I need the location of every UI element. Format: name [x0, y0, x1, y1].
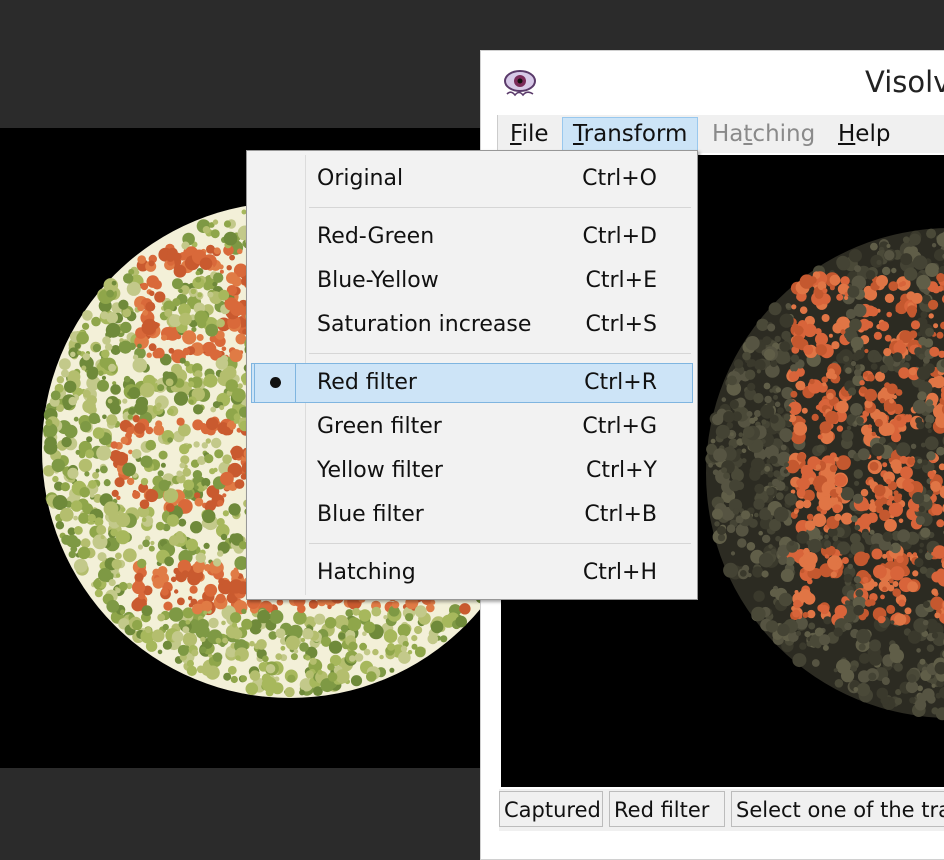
radio-dot-icon	[270, 377, 281, 388]
menu-transform-label: ransform	[584, 121, 688, 147]
menu-item-shortcut: Ctrl+O	[582, 159, 657, 199]
menu-transform[interactable]: Transform	[562, 117, 698, 151]
menu-item-shortcut: Ctrl+D	[582, 217, 657, 257]
title-bar[interactable]: Visolv	[481, 51, 944, 115]
menu-file-accel: F	[510, 121, 522, 147]
menu-item-label: Green filter	[317, 407, 442, 447]
menu-bar: File Transform Hatching Help	[497, 115, 944, 153]
menu-item-shortcut: Ctrl+Y	[586, 451, 657, 491]
menu-separator	[309, 543, 691, 544]
menu-hatching-pre: Ha	[712, 121, 743, 147]
menu-file[interactable]: File	[500, 117, 559, 151]
transform-dropdown-menu: Original Ctrl+O Red-Green Ctrl+D Blue-Ye…	[246, 150, 698, 600]
menu-item-original[interactable]: Original Ctrl+O	[251, 159, 693, 199]
menu-hatching-post: ching	[752, 121, 815, 147]
menu-item-label: Original	[317, 159, 403, 199]
status-mode: Red filter	[609, 791, 725, 827]
menu-item-shortcut: Ctrl+B	[584, 495, 657, 535]
radio-check-indicator	[254, 363, 296, 403]
menu-item-label: Blue-Yellow	[317, 261, 439, 301]
menu-item-red-green[interactable]: Red-Green Ctrl+D	[251, 217, 693, 257]
menu-item-shortcut: Ctrl+S	[585, 305, 657, 345]
status-source: Captured	[499, 791, 603, 827]
menu-item-yellow-filter[interactable]: Yellow filter Ctrl+Y	[251, 451, 693, 491]
window-title: Visolv	[865, 65, 944, 99]
menu-item-label: Yellow filter	[317, 451, 443, 491]
menu-help-accel: H	[838, 121, 855, 147]
status-bar: Captured Red filter Select one of the tr…	[499, 789, 944, 831]
status-hint: Select one of the transformations	[731, 791, 944, 827]
eye-logo-icon	[503, 66, 537, 100]
menu-separator	[309, 207, 691, 208]
menu-item-label: Red filter	[317, 364, 417, 402]
menu-item-red-filter[interactable]: Red filter Ctrl+R	[251, 363, 693, 403]
menu-item-shortcut: Ctrl+R	[584, 364, 657, 402]
menu-item-shortcut: Ctrl+E	[586, 261, 657, 301]
menu-file-label: ile	[522, 121, 549, 147]
menu-item-label: Hatching	[317, 553, 416, 593]
menu-item-label: Saturation increase	[317, 305, 531, 345]
menu-item-blue-filter[interactable]: Blue filter Ctrl+B	[251, 495, 693, 535]
menu-item-shortcut: Ctrl+H	[583, 553, 657, 593]
menu-separator	[309, 353, 691, 354]
menu-item-shortcut: Ctrl+G	[582, 407, 657, 447]
menu-help[interactable]: Help	[828, 117, 900, 151]
menu-transform-accel: T	[573, 121, 584, 147]
menu-item-green-filter[interactable]: Green filter Ctrl+G	[251, 407, 693, 447]
menu-help-label: elp	[855, 121, 890, 147]
menu-hatching[interactable]: Hatching	[702, 117, 825, 151]
menu-item-label: Red-Green	[317, 217, 434, 257]
menu-item-blue-yellow[interactable]: Blue-Yellow Ctrl+E	[251, 261, 693, 301]
menu-item-hatching[interactable]: Hatching Ctrl+H	[251, 553, 693, 593]
menu-item-saturation-increase[interactable]: Saturation increase Ctrl+S	[251, 305, 693, 345]
menu-item-label: Blue filter	[317, 495, 424, 535]
